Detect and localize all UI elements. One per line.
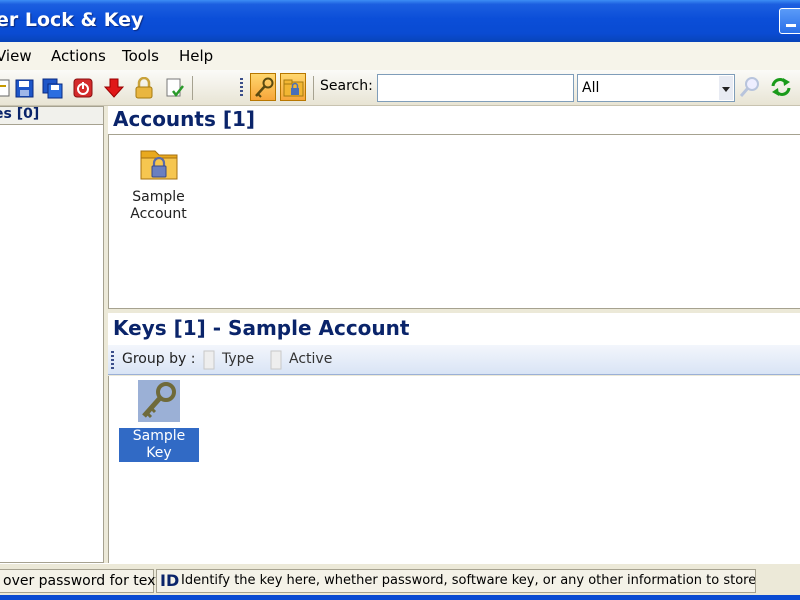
key-view-button[interactable] bbox=[250, 73, 276, 101]
keys-pane[interactable]: Sample Key bbox=[108, 376, 800, 563]
minimize-button[interactable] bbox=[779, 8, 800, 34]
key-label: Sample Key bbox=[119, 428, 199, 462]
group-by-label: Group by : bbox=[122, 351, 196, 367]
key-item[interactable]: Sample Key bbox=[119, 380, 199, 462]
search-input[interactable] bbox=[377, 74, 574, 102]
group-by-type[interactable]: Type bbox=[222, 351, 254, 367]
account-label-line2: Account bbox=[130, 206, 187, 222]
toolbar-separator bbox=[313, 76, 314, 100]
download-arrow-icon[interactable] bbox=[103, 77, 125, 99]
new-icon[interactable] bbox=[0, 77, 12, 99]
lock-icon[interactable] bbox=[134, 76, 154, 99]
title-bar[interactable]: er Lock & Key bbox=[0, 0, 800, 42]
power-icon[interactable] bbox=[73, 77, 93, 99]
status-right-text: Identify the key here, whether password,… bbox=[181, 573, 756, 588]
menu-help[interactable]: Help bbox=[179, 47, 213, 65]
status-panel-right: ID Identify the key here, whether passwo… bbox=[156, 569, 756, 593]
search-label: Search: bbox=[320, 78, 373, 94]
favorites-title: orites [0] bbox=[0, 106, 103, 125]
page-check-icon[interactable] bbox=[164, 77, 184, 99]
group-by-active[interactable]: Active bbox=[289, 351, 332, 367]
folder-lock-icon bbox=[283, 79, 304, 97]
menu-view[interactable]: View bbox=[0, 47, 32, 65]
key-icon bbox=[138, 380, 180, 422]
account-label-line1: Sample bbox=[132, 189, 185, 205]
group-by-bar: Group by : Type Active bbox=[108, 345, 800, 375]
status-left-text: over password for text bbox=[3, 573, 161, 589]
search-filter-select[interactable]: All bbox=[577, 74, 735, 102]
account-view-button[interactable] bbox=[280, 73, 306, 101]
refresh-icon[interactable] bbox=[769, 76, 791, 98]
toolbar: Search: All bbox=[0, 70, 800, 106]
keys-title: Keys [1] - Sample Account bbox=[113, 316, 410, 340]
search-filter-value: All bbox=[582, 80, 600, 96]
key-icon bbox=[255, 77, 274, 98]
favorites-pane[interactable]: orites [0] bbox=[0, 106, 104, 563]
save-all-icon[interactable] bbox=[42, 77, 63, 99]
toolbar-separator bbox=[192, 76, 193, 100]
accounts-pane[interactable]: Sample Account bbox=[108, 134, 800, 309]
menu-tools[interactable]: Tools bbox=[122, 47, 159, 65]
status-panel-left: over password for text bbox=[0, 569, 161, 593]
accounts-title: Accounts [1] bbox=[113, 107, 256, 131]
find-icon[interactable] bbox=[739, 76, 759, 98]
window-title: er Lock & Key bbox=[0, 9, 144, 31]
column-icon bbox=[270, 350, 282, 370]
folder-lock-icon bbox=[140, 150, 177, 180]
window-bottom-border bbox=[0, 595, 800, 600]
id-icon: ID bbox=[160, 571, 180, 590]
menu-actions[interactable]: Actions bbox=[51, 47, 106, 65]
groupbar-grip[interactable] bbox=[111, 351, 114, 369]
account-item[interactable]: Sample Account bbox=[121, 145, 196, 223]
menu-bar: View Actions Tools Help bbox=[0, 42, 800, 70]
toolbar-grip[interactable] bbox=[240, 78, 243, 98]
accounts-header: Accounts [1] bbox=[108, 106, 800, 134]
column-icon bbox=[203, 350, 215, 370]
chevron-down-icon[interactable] bbox=[719, 76, 733, 100]
save-icon[interactable] bbox=[14, 77, 34, 99]
app-window: er Lock & Key View Actions Tools Help Se… bbox=[0, 0, 800, 600]
keys-header: Keys [1] - Sample Account bbox=[108, 313, 800, 345]
